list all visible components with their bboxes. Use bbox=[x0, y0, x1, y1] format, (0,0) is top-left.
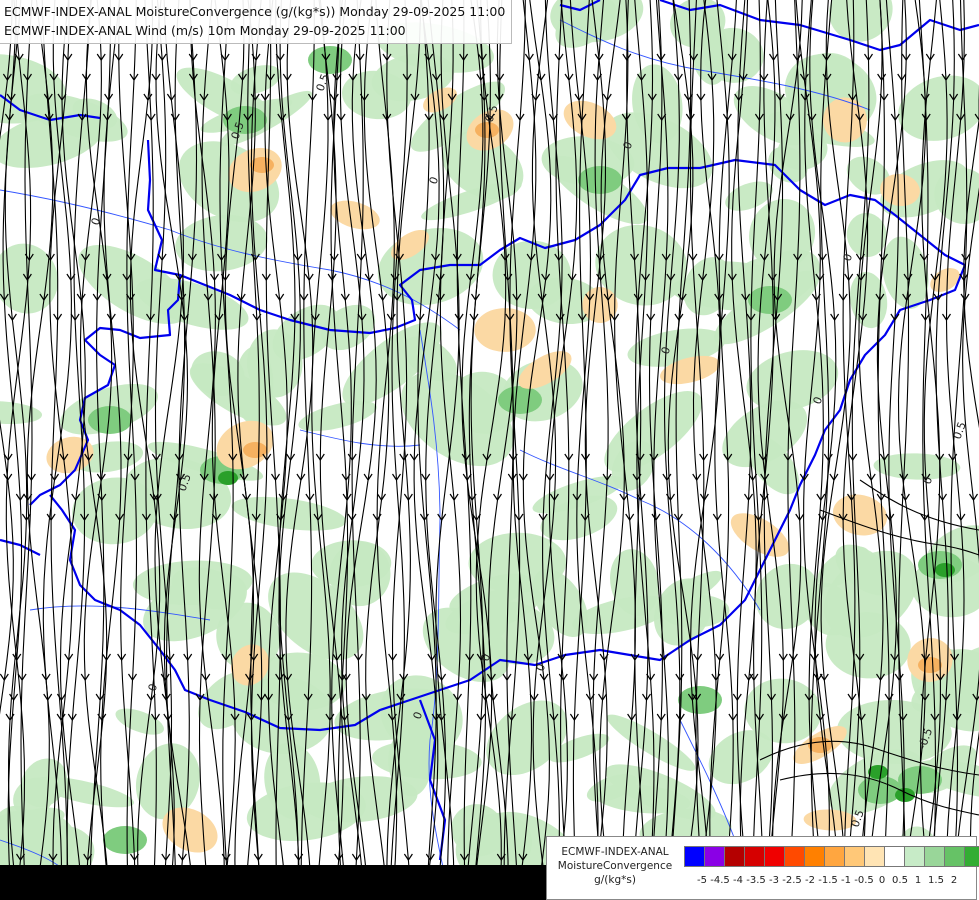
negative-convergence-area bbox=[475, 122, 499, 138]
legend-label: -2 bbox=[805, 875, 815, 886]
header-title-moisture: ECMWF-INDEX-ANAL MoistureConvergence (g/… bbox=[4, 4, 506, 19]
positive-convergence-area bbox=[115, 708, 164, 735]
legend-label: -4.5 bbox=[710, 875, 730, 886]
legend-label: -1.5 bbox=[818, 875, 838, 886]
legend-swatches bbox=[684, 846, 979, 867]
legend-label: 1.5 bbox=[928, 875, 944, 886]
legend-title-unit: g/(kg*s) bbox=[594, 874, 636, 886]
border-line bbox=[0, 538, 41, 556]
negative-convergence-area bbox=[918, 657, 942, 673]
legend-swatch bbox=[784, 846, 805, 867]
river-line bbox=[299, 429, 421, 447]
legend-label: 1 bbox=[914, 875, 922, 886]
legend-swatch bbox=[704, 846, 725, 867]
positive-convergence-area bbox=[748, 286, 792, 314]
bottom-black-strip bbox=[0, 865, 546, 900]
legend-title-variable: MoistureConvergence bbox=[557, 860, 673, 872]
positive-convergence-area bbox=[578, 166, 622, 194]
legend-swatch bbox=[844, 846, 865, 867]
positive-convergence-area bbox=[223, 106, 267, 134]
weather-map: 00.50.50.500000-0.50.500.50000.50 bbox=[0, 0, 979, 900]
positive-convergence-area bbox=[308, 46, 352, 74]
legend-swatch bbox=[964, 846, 979, 867]
positive-convergence-area bbox=[498, 386, 542, 414]
legend-swatch bbox=[864, 846, 885, 867]
legend-label: -3 bbox=[769, 875, 779, 886]
legend-label: 0.5 bbox=[892, 875, 908, 886]
contour-label: 0 bbox=[841, 252, 856, 263]
legend-label: -1 bbox=[841, 875, 851, 886]
legend-swatch bbox=[944, 846, 965, 867]
positive-convergence-area bbox=[103, 826, 147, 854]
legend-label: -2.5 bbox=[782, 875, 802, 886]
legend-label: -4 bbox=[733, 875, 743, 886]
legend-swatch bbox=[764, 846, 785, 867]
legend-swatch bbox=[824, 846, 845, 867]
streamline bbox=[144, 0, 157, 881]
header-title-wind: ECMWF-INDEX-ANAL Wind (m/s) 10m Monday 2… bbox=[4, 23, 406, 38]
legend-label: 0 bbox=[878, 875, 886, 886]
legend-swatch bbox=[904, 846, 925, 867]
color-legend: ECMWF-INDEX-ANAL MoistureConvergence g/(… bbox=[546, 836, 979, 900]
legend-swatch bbox=[724, 846, 745, 867]
map-header: ECMWF-INDEX-ANAL MoistureConvergence (g/… bbox=[0, 0, 513, 44]
legend-label: -0.5 bbox=[854, 875, 874, 886]
legend-swatch bbox=[744, 846, 765, 867]
legend-label: 2 bbox=[950, 875, 958, 886]
legend-swatch bbox=[804, 846, 825, 867]
legend-label: -3.5 bbox=[746, 875, 766, 886]
strong-convergence-area bbox=[218, 471, 238, 485]
strong-convergence-area bbox=[935, 563, 955, 577]
legend-swatch bbox=[924, 846, 945, 867]
legend-label: -5 bbox=[697, 875, 707, 886]
legend-title: ECMWF-INDEX-ANAL MoistureConvergence g/(… bbox=[551, 845, 679, 887]
contour-label: 0.5 bbox=[951, 420, 969, 441]
streamline bbox=[126, 0, 138, 881]
legend-labels: -5 -4.5 -4 -3.5 -3 -2.5 -2 -1.5 -1 -0.5 0 0.5 1 1.5 2 bbox=[684, 875, 974, 889]
legend-swatch bbox=[684, 846, 705, 867]
legend-title-model: ECMWF-INDEX-ANAL bbox=[561, 846, 669, 858]
legend-swatch bbox=[884, 846, 905, 867]
